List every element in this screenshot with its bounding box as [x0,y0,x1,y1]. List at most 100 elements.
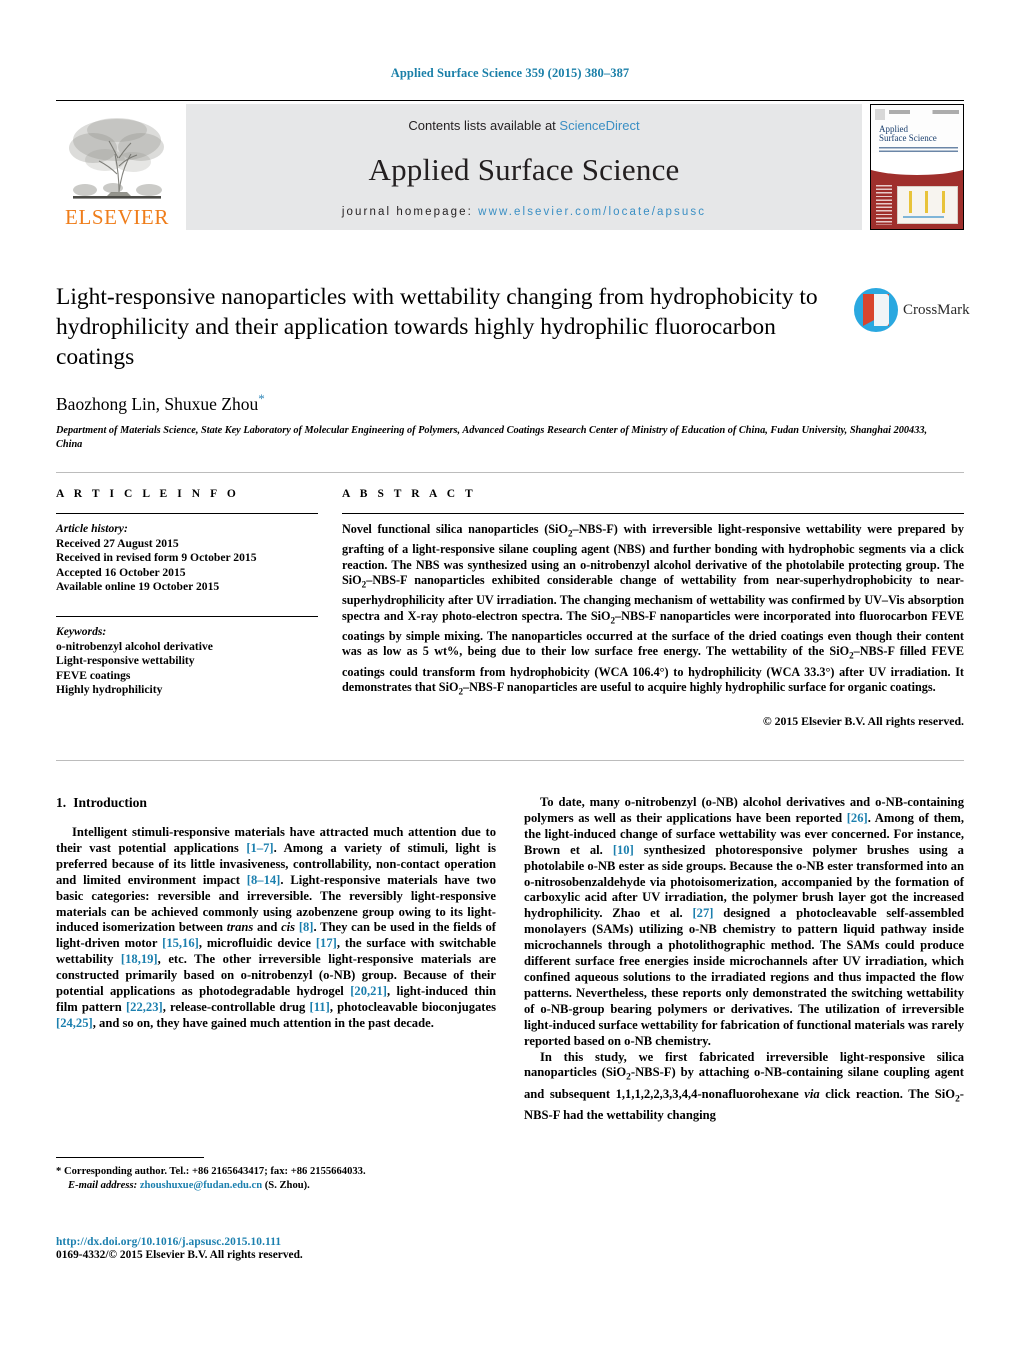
footnote-rule [56,1157,204,1158]
sciencedirect-link[interactable]: ScienceDirect [559,118,639,133]
abstract-column: A B S T R A C T Novel functional silica … [342,488,964,729]
citation-link[interactable]: [15,16] [162,936,199,950]
keywords-label: Keywords: [56,624,107,638]
email-link[interactable]: zhoushuxue@fudan.edu.cn [140,1180,262,1191]
info-section-top-rule [56,472,964,473]
abstract-fragment: –NBS-F nanoparticles are useful to acqui… [463,680,936,695]
journal-masthead: ELSEVIER Contents lists available at Sci… [56,104,964,230]
citation-link[interactable]: [8] [299,920,314,934]
body-column-right: To date, many o-nitrobenzyl (o-NB) alcoh… [524,795,964,1124]
masthead-top-rule [56,100,964,101]
cover-elsevier-icon [875,109,885,120]
corresponding-author-marker: * [258,391,265,406]
cover-title-line2: Surface Science [879,133,937,143]
citation-link[interactable]: [20,21] [350,984,387,998]
cover-figure [897,186,958,224]
citation-link[interactable]: [8–14] [247,873,281,887]
email-suffix: (S. Zhou). [262,1180,310,1191]
keyword-item: FEVE coatings [56,668,131,682]
citation-link[interactable]: [27] [692,906,713,920]
citation-link[interactable]: [1–7] [246,841,273,855]
author-list: Baozhong Lin, Shuxue Zhou* [56,391,964,415]
masthead-panel: Contents lists available at ScienceDirec… [186,104,862,230]
cover-title: Applied Surface Science [879,125,937,143]
left-body-text: Intelligent stimuli-responsive materials… [56,825,496,1032]
corresponding-author-note: * Corresponding author. Tel.: +86 216564… [56,1165,496,1193]
abstract-bottom-rule [56,760,964,761]
issn-copyright-line: 0169-4332/© 2015 Elsevier B.V. All right… [56,1249,303,1261]
text-run: , microfluidic device [198,936,316,951]
article-info-heading: A R T I C L E I N F O [56,488,240,500]
article-history-label: Article history: [56,522,128,535]
title-block: CrossMark Light-responsive nanoparticles… [56,282,970,452]
citation-link[interactable]: [18,19] [121,952,158,966]
citation-link[interactable]: [10] [613,843,634,857]
contents-prefix: Contents lists available at [408,118,560,133]
contents-available-line: Contents lists available at ScienceDirec… [408,118,639,133]
abstract-fragment: Novel functional silica nanoparticles (S… [342,522,568,536]
text-run: , and so on, they have gained much atten… [92,1015,434,1030]
elsevier-logo: ELSEVIER [56,104,178,230]
citation-link[interactable]: [24,25] [56,1016,93,1030]
affiliation: Department of Materials Science, State K… [56,424,928,450]
keywords-rule [56,615,318,617]
citation-link[interactable]: [11] [310,1000,330,1014]
text-run: , photocleavable bioconjugates [329,999,496,1014]
keyword-item: Light-responsive wettability [56,654,195,668]
history-item: Accepted 16 October 2015 [56,565,186,579]
abstract-text: Novel functional silica nanoparticles (S… [342,522,964,700]
keywords-block: Keywords: o-nitrobenzyl alcohol derivati… [56,625,318,698]
journal-title: Applied Surface Science [368,151,680,187]
body-column-left: 1. Introduction Intelligent stimuli-respo… [56,795,496,1124]
elsevier-tree-icon [65,114,169,206]
cover-sidebar-lines [876,184,892,225]
emphasis-text: cis [281,920,296,935]
journal-homepage-line: journal homepage: www.elsevier.com/locat… [342,206,706,218]
body-paragraph: In this study, we first fabricated irrev… [524,1050,964,1125]
article-info-column: A R T I C L E I N F O Article history: R… [56,488,318,729]
author-names: Baozhong Lin, Shuxue Zhou [56,393,259,414]
article-history: Article history: Received 27 August 2015… [56,522,318,595]
email-label: E-mail address: [68,1180,138,1191]
crossmark-badge[interactable]: CrossMark [854,282,970,338]
citation-link[interactable]: [17] [316,936,337,950]
crossmark-icon [854,288,898,332]
cover-curve [871,152,963,176]
crossmark-label: CrossMark [903,301,970,318]
history-item: Received in revised form 9 October 2015 [56,551,257,565]
info-abstract-row: A R T I C L E I N F O Article history: R… [56,488,964,729]
section-number: 1. [56,795,67,810]
homepage-prefix: journal homepage: [341,206,479,218]
history-item: Received 27 August 2015 [56,536,179,550]
citation-link[interactable]: [22,23] [126,1000,163,1014]
cover-header-rule [889,110,959,114]
abstract-rule [342,513,964,514]
page-title: Light-responsive nanoparticles with wett… [56,284,818,370]
running-head: Applied Surface Science 359 (2015) 380–3… [390,66,630,80]
body-paragraph: Intelligent stimuli-responsive materials… [56,825,496,1032]
footnote-block: * Corresponding author. Tel.: +86 216564… [56,1157,496,1193]
footnote-text: Corresponding author. Tel.: +86 21656434… [61,1166,366,1177]
body-columns: 1. Introduction Intelligent stimuli-respo… [56,795,964,1124]
body-paragraph: To date, many o-nitrobenzyl (o-NB) alcoh… [524,795,964,1050]
text-run: designed a photocleavable self-assembled… [524,906,965,1048]
article-first-page: Applied Surface Science 359 (2015) 380–3… [0,0,1020,1351]
history-item: Available online 19 October 2015 [56,580,220,594]
elsevier-wordmark: ELSEVIER [65,205,169,229]
keyword-item: Highly hydrophilicity [56,683,163,697]
abstract-heading: A B S T R A C T [342,488,477,500]
doi-link[interactable]: http://dx.doi.org/10.1016/j.apsusc.2015.… [56,1236,556,1248]
cover-lower [871,152,963,229]
journal-cover-thumbnail: Applied Surface Science [870,104,964,230]
journal-homepage-link[interactable]: www.elsevier.com/locate/apsusc [478,206,706,218]
article-info-rule [56,513,318,514]
section-heading-introduction: 1. Introduction [56,795,496,811]
section-title: Introduction [73,795,147,810]
text-run: click reaction. The SiO [819,1086,956,1101]
citation-link[interactable]: [26] [847,811,868,825]
keyword-item: o-nitrobenzyl alcohol derivative [56,639,213,653]
text-run: and [253,920,282,935]
emphasis-text: trans [226,920,254,935]
emphasis-text: via [804,1086,820,1101]
